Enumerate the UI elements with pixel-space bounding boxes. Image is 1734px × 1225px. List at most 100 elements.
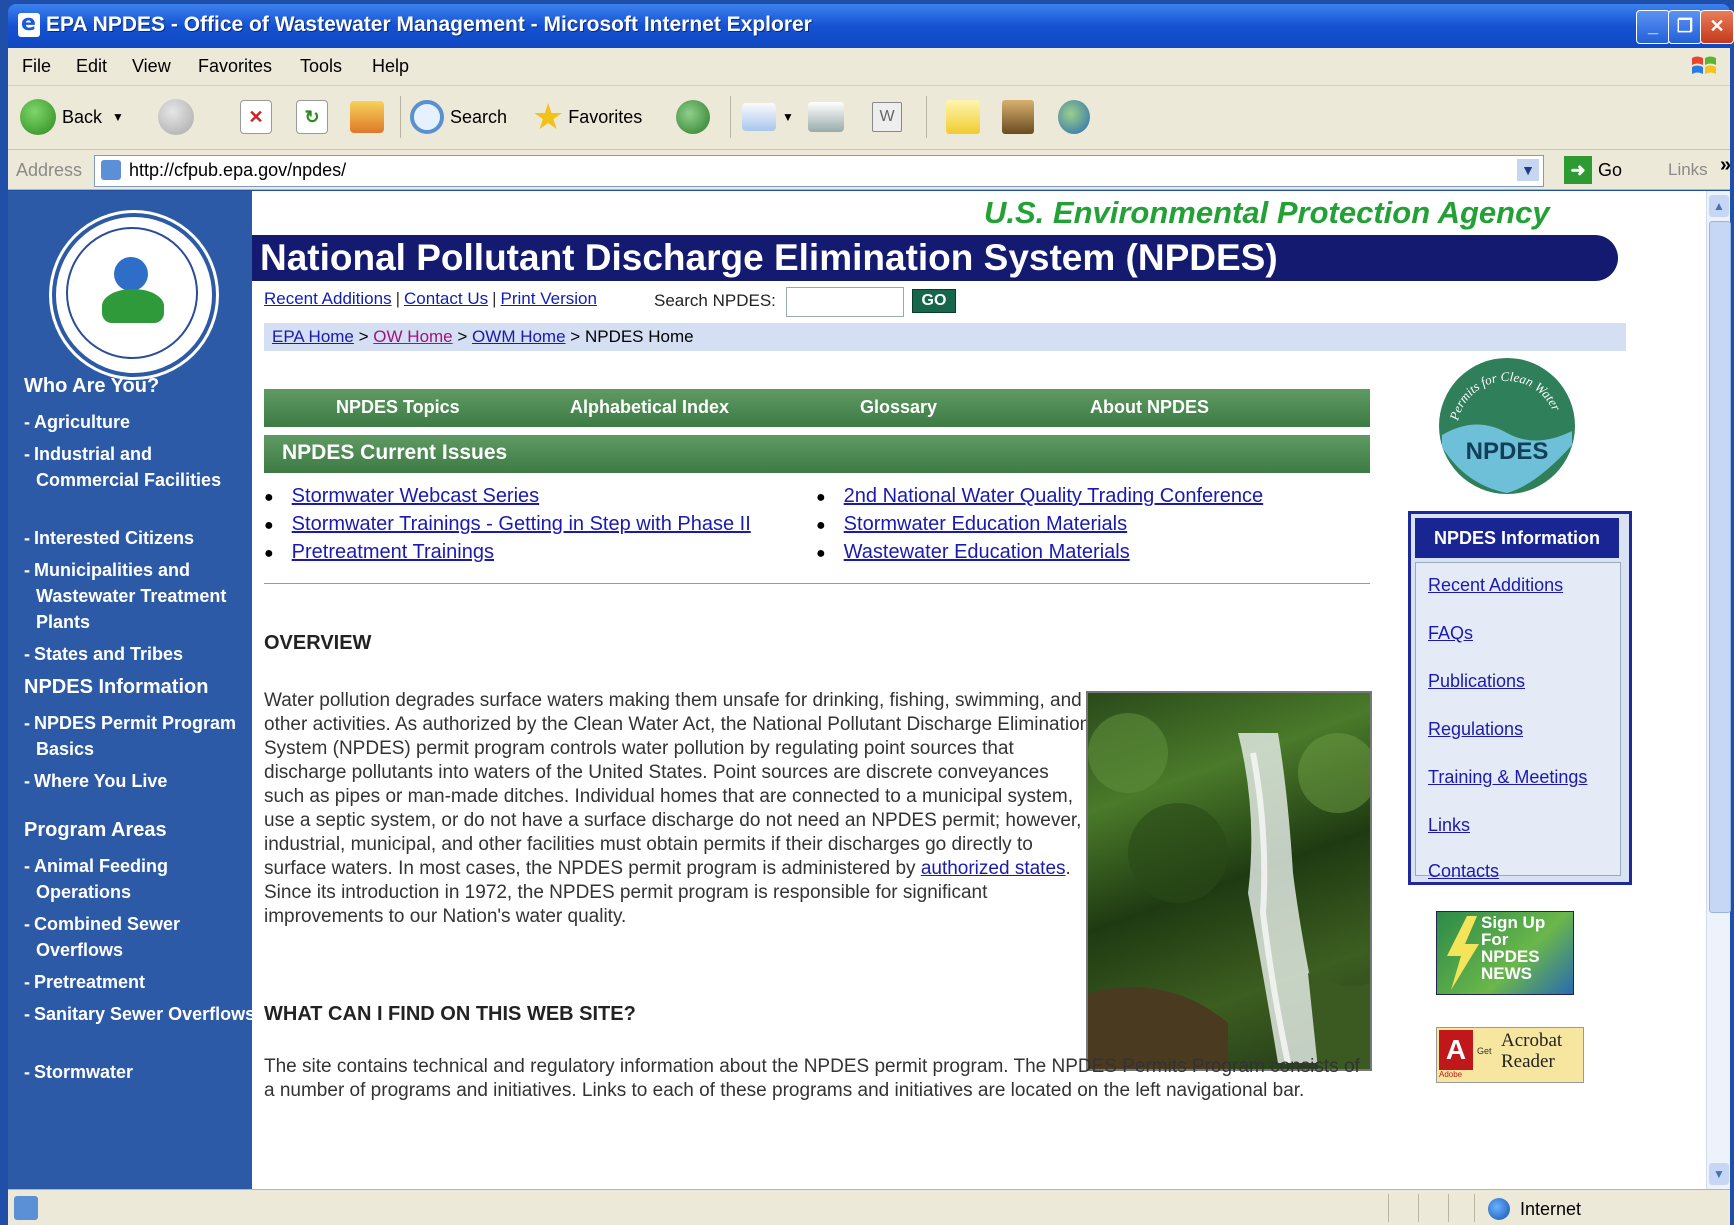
recent-additions-link[interactable]: Recent Additions [264,289,392,308]
page-status-icon [14,1196,38,1220]
nav-bullet: - [24,560,30,580]
nav-item-label[interactable]: Sanitary Sewer Overflows [34,1004,255,1024]
agency-title[interactable]: U.S. Environmental Protection Agency [984,195,1550,231]
menu-view[interactable]: View [132,56,171,77]
nav-item[interactable]: - Interested Citizens [24,525,258,551]
nav-item[interactable]: - Municipalities and Wastewater Treatment… [24,557,258,635]
nav-item-label[interactable]: Municipalities and Wastewater Treatment … [34,560,226,632]
forward-button[interactable] [158,96,200,138]
restore-button[interactable]: ❐ [1668,10,1702,44]
tab-alphabetical-index[interactable]: Alphabetical Index [570,397,729,418]
page-icon [101,160,121,180]
contact-us-link[interactable]: Contact Us [404,289,488,308]
nav-item[interactable]: - Combined Sewer Overflows [24,911,258,963]
info-link-links[interactable]: Links [1428,815,1470,836]
menu-edit[interactable]: Edit [76,56,107,77]
authorized-states-link[interactable]: authorized states [921,858,1066,879]
address-input[interactable]: http://cfpub.epa.gov/npdes/ ▼ [94,155,1544,187]
go-button[interactable]: ➜ Go [1564,156,1622,184]
get-acrobat-reader-button[interactable]: A Get Acrobat Reader Adobe [1436,1027,1584,1083]
tab-about-npdes[interactable]: About NPDES [1090,397,1209,418]
nav-item[interactable]: - Animal Feeding Operations [24,853,258,905]
edit-button[interactable]: W [872,96,908,138]
breadcrumb-owm-home[interactable]: OWM Home [472,327,566,346]
menu-favorites[interactable]: Favorites [198,56,272,77]
npdes-logo[interactable]: Permits for Clean Water NPDES [1436,355,1578,497]
nav-item-label[interactable]: Pretreatment [34,972,145,992]
nav-item-label[interactable]: NPDES Permit Program Basics [34,713,236,759]
info-link-regulations[interactable]: Regulations [1428,719,1523,740]
scroll-up-icon[interactable]: ▲ [1709,195,1729,217]
menu-tools[interactable]: Tools [300,56,342,77]
tab-glossary[interactable]: Glossary [860,397,937,418]
nav-item[interactable]: - Agriculture [24,409,258,435]
epa-seal-logo[interactable] [52,213,216,377]
discuss-button[interactable] [946,96,986,138]
chevron-right-icon[interactable]: » [1720,154,1731,177]
nav-item-label[interactable]: Industrial and Commercial Facilities [34,444,221,490]
info-link-publications[interactable]: Publications [1428,671,1525,692]
nav-item[interactable]: - NPDES Permit Program Basics [24,710,258,762]
mail-button[interactable]: ▼ [742,96,794,138]
nav-item[interactable]: - States and Tribes [24,641,258,667]
search-npdes-input[interactable] [786,287,904,317]
scroll-down-icon[interactable]: ▼ [1709,1163,1729,1185]
note-icon [946,100,980,134]
info-link-training-meetings[interactable]: Training & Meetings [1428,767,1587,788]
breadcrumb-ow-home[interactable]: OW Home [373,327,452,346]
nav-item[interactable]: - Pretreatment [24,969,258,995]
search-button[interactable]: Search [410,96,507,138]
issue-link[interactable]: Pretreatment Trainings [292,541,494,563]
issue-link[interactable]: 2nd National Water Quality Trading Confe… [844,485,1263,507]
page-banner: National Pollutant Discharge Elimination… [252,235,1618,281]
search-go-button[interactable]: GO [912,289,956,313]
nav-item[interactable]: - Stormwater [24,1059,258,1085]
signup-news-button[interactable]: Sign Up For NPDES NEWS [1436,911,1574,995]
messenger-icon [1058,100,1090,134]
search-npdes-label: Search NPDES: [654,291,776,310]
nav-item-label[interactable]: Where You Live [34,771,167,791]
nav-item-label[interactable]: Animal Feeding Operations [34,856,168,902]
menu-help[interactable]: Help [372,56,409,77]
menu-file[interactable]: File [22,56,51,77]
refresh-button[interactable]: ↻ [296,96,334,138]
address-url[interactable]: http://cfpub.epa.gov/npdes/ [129,160,346,181]
print-button[interactable] [808,96,850,138]
links-label[interactable]: Links [1668,160,1708,180]
scroll-thumb[interactable] [1709,221,1731,913]
nav-item-label[interactable]: States and Tribes [34,644,183,664]
tab-npdes-topics[interactable]: NPDES Topics [336,397,460,418]
favorites-button[interactable]: ★ Favorites [532,96,642,138]
info-link-recent-additions[interactable]: Recent Additions [1428,575,1563,596]
home-button[interactable] [350,96,390,138]
minimize-button[interactable]: _ [1636,10,1670,44]
info-link-faqs[interactable]: FAQs [1428,623,1473,644]
breadcrumb-separator: > [358,327,369,346]
history-button[interactable] [676,96,716,138]
nav-item[interactable]: - Sanitary Sewer Overflows [24,1001,258,1027]
research-button[interactable] [1002,96,1040,138]
vertical-scrollbar[interactable]: ▲ ▼ [1706,191,1731,1189]
messenger-button[interactable] [1058,96,1096,138]
issue-item: ● Stormwater Education Materials [816,513,1128,535]
issue-link[interactable]: Stormwater Trainings - Getting in Step w… [292,513,751,535]
address-dropdown-icon[interactable]: ▼ [1517,159,1539,181]
zone-label: Internet [1520,1198,1582,1219]
issue-link[interactable]: Stormwater Webcast Series [292,485,540,507]
nav-item-label[interactable]: Combined Sewer Overflows [34,914,180,960]
stop-button[interactable]: ✕ [240,96,278,138]
nav-item[interactable]: - Where You Live [24,768,258,794]
history-icon [676,100,710,134]
info-link-contacts[interactable]: Contacts [1428,861,1499,882]
nav-item[interactable]: - Industrial and Commercial Facilities [24,441,258,493]
issue-link[interactable]: Stormwater Education Materials [844,513,1127,535]
breadcrumb-epa-home[interactable]: EPA Home [272,327,354,346]
back-button[interactable]: Back ▼ [20,96,124,138]
issue-link[interactable]: Wastewater Education Materials [844,541,1130,563]
issue-item: ● Wastewater Education Materials [816,541,1130,563]
nav-item-label[interactable]: Interested Citizens [34,528,194,548]
print-version-link[interactable]: Print Version [501,289,597,308]
nav-item-label[interactable]: Stormwater [34,1062,133,1082]
nav-item-label[interactable]: Agriculture [34,412,130,432]
close-button[interactable]: ✕ [1700,10,1734,44]
